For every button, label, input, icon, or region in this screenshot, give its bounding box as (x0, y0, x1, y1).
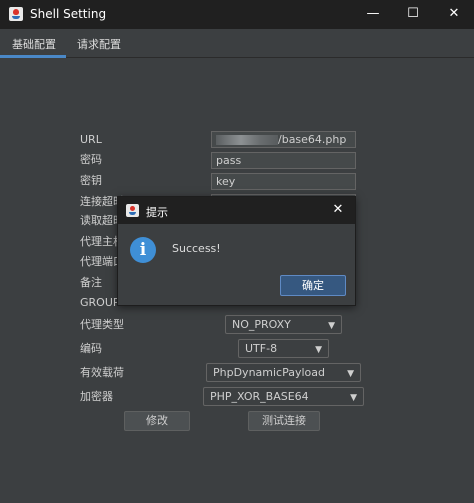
tab-bar: 基础配置 请求配置 (0, 29, 474, 58)
crypto-value: PHP_XOR_BASE64 (210, 390, 309, 403)
tab-basic-config[interactable]: 基础配置 (12, 36, 56, 52)
encoding-value: UTF-8 (245, 342, 278, 355)
ok-button[interactable]: 确定 (280, 275, 346, 296)
url-field[interactable]: /base64.php (211, 131, 356, 148)
key-field[interactable]: key (211, 173, 356, 190)
encoding-label: 编码 (80, 342, 102, 355)
java-icon (9, 7, 23, 21)
url-label: URL (80, 133, 102, 146)
dialog-titlebar: 提示 ✕ (118, 197, 355, 224)
proxy-type-select[interactable]: NO_PROXY ▼ (225, 315, 342, 334)
chevron-down-icon: ▼ (347, 369, 354, 379)
group-label: GROUP (80, 296, 120, 309)
key-label: 密钥 (80, 174, 102, 187)
window-title: Shell Setting (30, 7, 107, 21)
minimize-icon[interactable]: — (353, 0, 393, 29)
window-titlebar: Shell Setting — ☐ ✕ (0, 0, 474, 29)
maximize-icon[interactable]: ☐ (393, 0, 433, 29)
modify-button[interactable]: 修改 (124, 411, 190, 431)
message-dialog: 提示 ✕ i Success! 确定 (117, 196, 356, 306)
java-icon (126, 204, 139, 217)
chevron-down-icon: ▼ (328, 321, 335, 331)
crypto-select[interactable]: PHP_XOR_BASE64 ▼ (203, 387, 364, 406)
test-connection-button[interactable]: 测试连接 (248, 411, 320, 431)
selected-tab-indicator (0, 55, 66, 58)
dialog-close-icon[interactable]: ✕ (328, 200, 348, 220)
proxy-type-value: NO_PROXY (232, 318, 291, 331)
crypto-label: 加密器 (80, 390, 113, 403)
close-icon[interactable]: ✕ (434, 0, 474, 29)
info-icon: i (130, 237, 156, 263)
redacted-url-part (216, 135, 278, 145)
payload-select[interactable]: PhpDynamicPayload ▼ (206, 363, 361, 382)
note-label: 备注 (80, 276, 102, 289)
chevron-down-icon: ▼ (315, 345, 322, 355)
password-label: 密码 (80, 153, 102, 166)
payload-label: 有效载荷 (80, 366, 124, 379)
encoding-select[interactable]: UTF-8 ▼ (238, 339, 329, 358)
dialog-message: Success! (172, 242, 221, 255)
proxy-type-label: 代理类型 (80, 318, 124, 331)
tab-request-config[interactable]: 请求配置 (77, 36, 121, 52)
dialog-title: 提示 (146, 206, 168, 219)
chevron-down-icon: ▼ (350, 393, 357, 403)
password-field[interactable]: pass (211, 152, 356, 169)
url-value: /base64.php (278, 133, 347, 146)
payload-value: PhpDynamicPayload (213, 366, 325, 379)
